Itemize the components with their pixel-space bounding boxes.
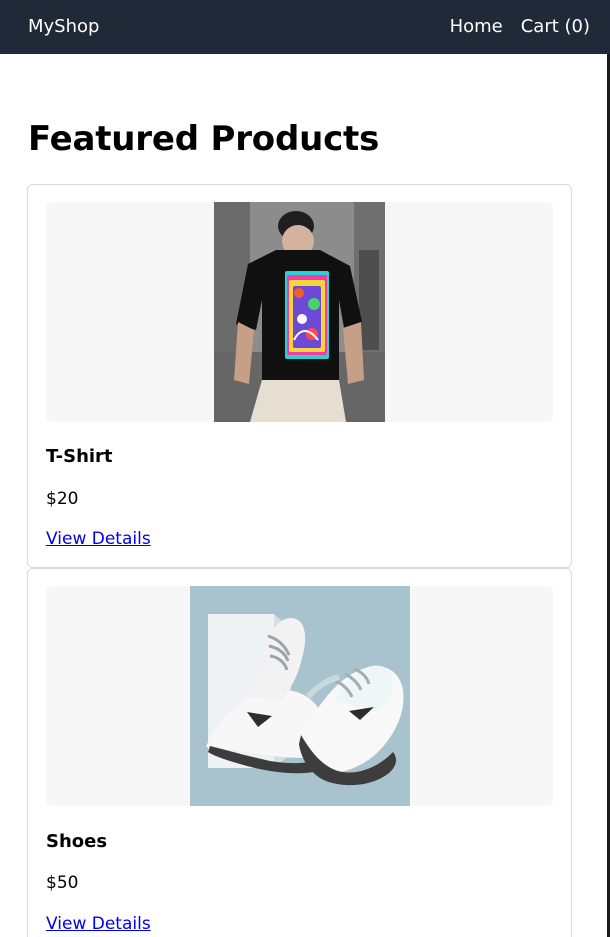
view-details-link[interactable]: View Details <box>46 913 151 935</box>
top-navbar: MyShop Home Cart (0) <box>0 0 610 54</box>
nav-cart-link[interactable]: Cart (0) <box>521 16 590 38</box>
product-price: $50 <box>46 873 79 893</box>
app-window: MyShop Home Cart (0) Featured Products T… <box>0 0 610 937</box>
product-image-frame <box>46 202 553 422</box>
product-image-frame <box>46 586 553 806</box>
product-price: $20 <box>46 489 79 509</box>
brand-link[interactable]: MyShop <box>28 16 99 38</box>
product-card-shoes: Shoes $50 View Details <box>27 568 572 937</box>
nav-home-link[interactable]: Home <box>450 16 503 38</box>
view-details-link[interactable]: View Details <box>46 528 151 550</box>
shoes-photo <box>190 586 410 806</box>
page-title: Featured Products <box>28 119 380 159</box>
product-name: Shoes <box>46 831 108 852</box>
t-shirt-photo <box>214 202 385 422</box>
product-name: T-Shirt <box>46 446 113 467</box>
nav-links: Home Cart (0) <box>450 16 590 38</box>
product-card-tshirt: T-Shirt $20 View Details <box>27 184 572 568</box>
